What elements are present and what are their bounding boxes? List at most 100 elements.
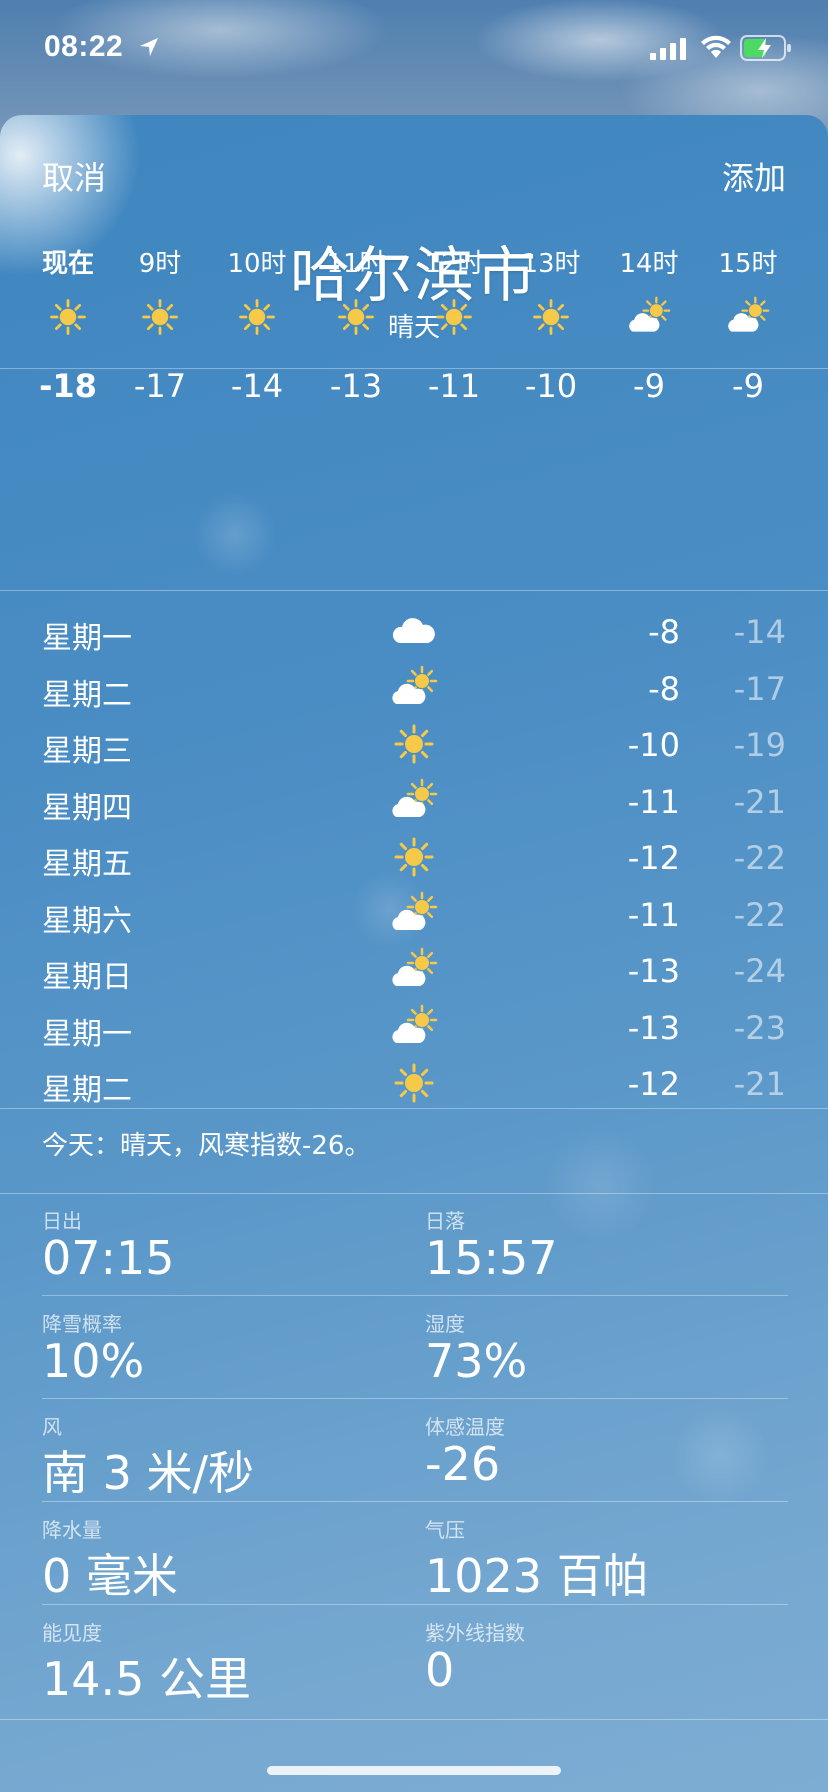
detail-value: 0 毫米	[42, 1549, 178, 1603]
hour-temp: -13	[329, 367, 383, 405]
hour-label: 9时	[138, 249, 182, 279]
sun-icon	[138, 295, 182, 343]
status-time: 08:22	[44, 30, 124, 63]
detail-label: 气压	[425, 1518, 465, 1542]
detail-label: 日落	[425, 1209, 465, 1233]
day-high-temp: -8	[648, 669, 680, 708]
detail-label: 湿度	[425, 1312, 465, 1336]
hour-label: 现在	[41, 249, 94, 279]
detail-value: 1023 百帕	[425, 1549, 649, 1603]
divider	[0, 1108, 828, 1109]
hour-label: 13时	[521, 249, 581, 279]
divider	[42, 1501, 788, 1502]
day-name: 星期一	[42, 1016, 132, 1052]
divider	[42, 1604, 788, 1605]
detail-value: 0	[425, 1643, 455, 1697]
hour-label: 11时	[326, 249, 386, 279]
day-name: 星期二	[42, 1073, 132, 1108]
day-name: 星期五	[42, 847, 132, 882]
day-high-temp: -8	[648, 613, 680, 651]
partly-cloudy-icon	[390, 946, 438, 998]
detail-label: 风	[42, 1415, 62, 1439]
divider	[42, 1295, 788, 1296]
day-low-temp: -24	[733, 952, 786, 990]
hour-label: 15时	[718, 249, 778, 279]
detail-label: 日出	[42, 1209, 82, 1233]
day-high-temp: -12	[627, 839, 680, 877]
location-arrow-icon	[140, 38, 158, 56]
day-low-temp: -17	[733, 669, 786, 708]
partly-cloudy-icon	[726, 295, 770, 343]
sun-icon	[390, 833, 438, 885]
home-indicator[interactable]	[267, 1766, 561, 1775]
partly-cloudy-icon	[390, 890, 438, 942]
day-low-temp: -22	[733, 839, 786, 877]
detail-label: 体感温度	[425, 1415, 505, 1439]
divider	[0, 1193, 828, 1194]
detail-value: 73%	[425, 1334, 528, 1388]
day-high-temp: -13	[627, 952, 680, 990]
add-location-sheet: 取消 添加 哈尔滨市 晴天 现在 -18 9时 -17 10时 -14 11时 -13 12时 -…	[0, 115, 828, 1792]
day-low-temp: -21	[733, 782, 786, 821]
hour-temp: -18	[39, 367, 97, 405]
today-summary: 今天：晴天，风寒指数-26。	[42, 1131, 371, 1161]
detail-value: -26	[425, 1437, 501, 1491]
detail-value: 南 3 米/秒	[42, 1446, 255, 1500]
day-name: 星期一	[42, 621, 132, 656]
daily-row: 星期五 -12 -22	[0, 831, 828, 887]
hour-temp: -17	[133, 367, 187, 405]
daily-row: 星期二 -8 -17	[0, 662, 828, 718]
daily-row: 星期一 -13 -23	[0, 1001, 828, 1057]
day-high-temp: -11	[627, 895, 680, 934]
detail-value: 14.5 公里	[42, 1652, 252, 1706]
detail-label: 紫外线指数	[425, 1621, 525, 1645]
hour-temp: -9	[732, 367, 764, 405]
daily-row: 星期四 -11 -21	[0, 775, 828, 831]
day-low-temp: -19	[733, 726, 786, 764]
hourly-forecast[interactable]: 现在 -18 9时 -17 10时 -14 11时 -13 12时 -11 13时 -10 14时 -9 1…	[0, 115, 828, 595]
cloud-icon	[390, 607, 438, 659]
day-name: 星期四	[42, 790, 132, 826]
detail-value: 07:15	[42, 1231, 175, 1285]
daily-row: 星期三 -10 -19	[0, 718, 828, 774]
daily-row: 星期一 -8 -14	[0, 605, 828, 661]
wifi-icon	[701, 35, 731, 58]
signal-icon	[650, 38, 686, 60]
daily-row: 星期日 -13 -24	[0, 944, 828, 1000]
sun-icon	[390, 1059, 438, 1111]
day-low-temp: -22	[733, 895, 786, 934]
detail-label: 降雪概率	[42, 1312, 122, 1336]
detail-label: 能见度	[42, 1621, 102, 1645]
partly-cloudy-icon	[390, 777, 438, 829]
partly-cloudy-icon	[390, 1003, 438, 1055]
day-name: 星期二	[42, 677, 132, 713]
divider	[0, 1719, 828, 1720]
partly-cloudy-icon	[390, 664, 438, 716]
sun-icon	[529, 295, 573, 343]
day-low-temp: -21	[733, 1065, 786, 1103]
hour-temp: -14	[230, 367, 284, 405]
day-high-temp: -12	[627, 1065, 680, 1103]
detail-value: 15:57	[425, 1231, 558, 1285]
hour-label: 12时	[424, 249, 484, 279]
detail-label: 降水量	[42, 1518, 102, 1542]
sun-icon	[46, 295, 90, 343]
partly-cloudy-icon	[627, 295, 671, 343]
divider	[42, 1398, 788, 1399]
sun-icon	[390, 720, 438, 772]
status-bar: 08:22	[0, 0, 828, 100]
battery-charging-icon	[740, 35, 791, 61]
hour-label: 10时	[227, 249, 287, 279]
hour-temp: -9	[633, 367, 665, 405]
hour-temp: -10	[524, 367, 578, 405]
day-high-temp: -10	[627, 726, 680, 764]
hour-label: 14时	[619, 249, 679, 279]
detail-value: 10%	[42, 1334, 145, 1388]
hour-temp: -11	[427, 367, 481, 405]
day-low-temp: -23	[733, 1008, 786, 1047]
daily-row: 星期六 -11 -22	[0, 888, 828, 944]
sun-icon	[432, 295, 476, 343]
day-high-temp: -13	[627, 1008, 680, 1047]
divider	[0, 590, 828, 591]
sun-icon	[334, 295, 378, 343]
